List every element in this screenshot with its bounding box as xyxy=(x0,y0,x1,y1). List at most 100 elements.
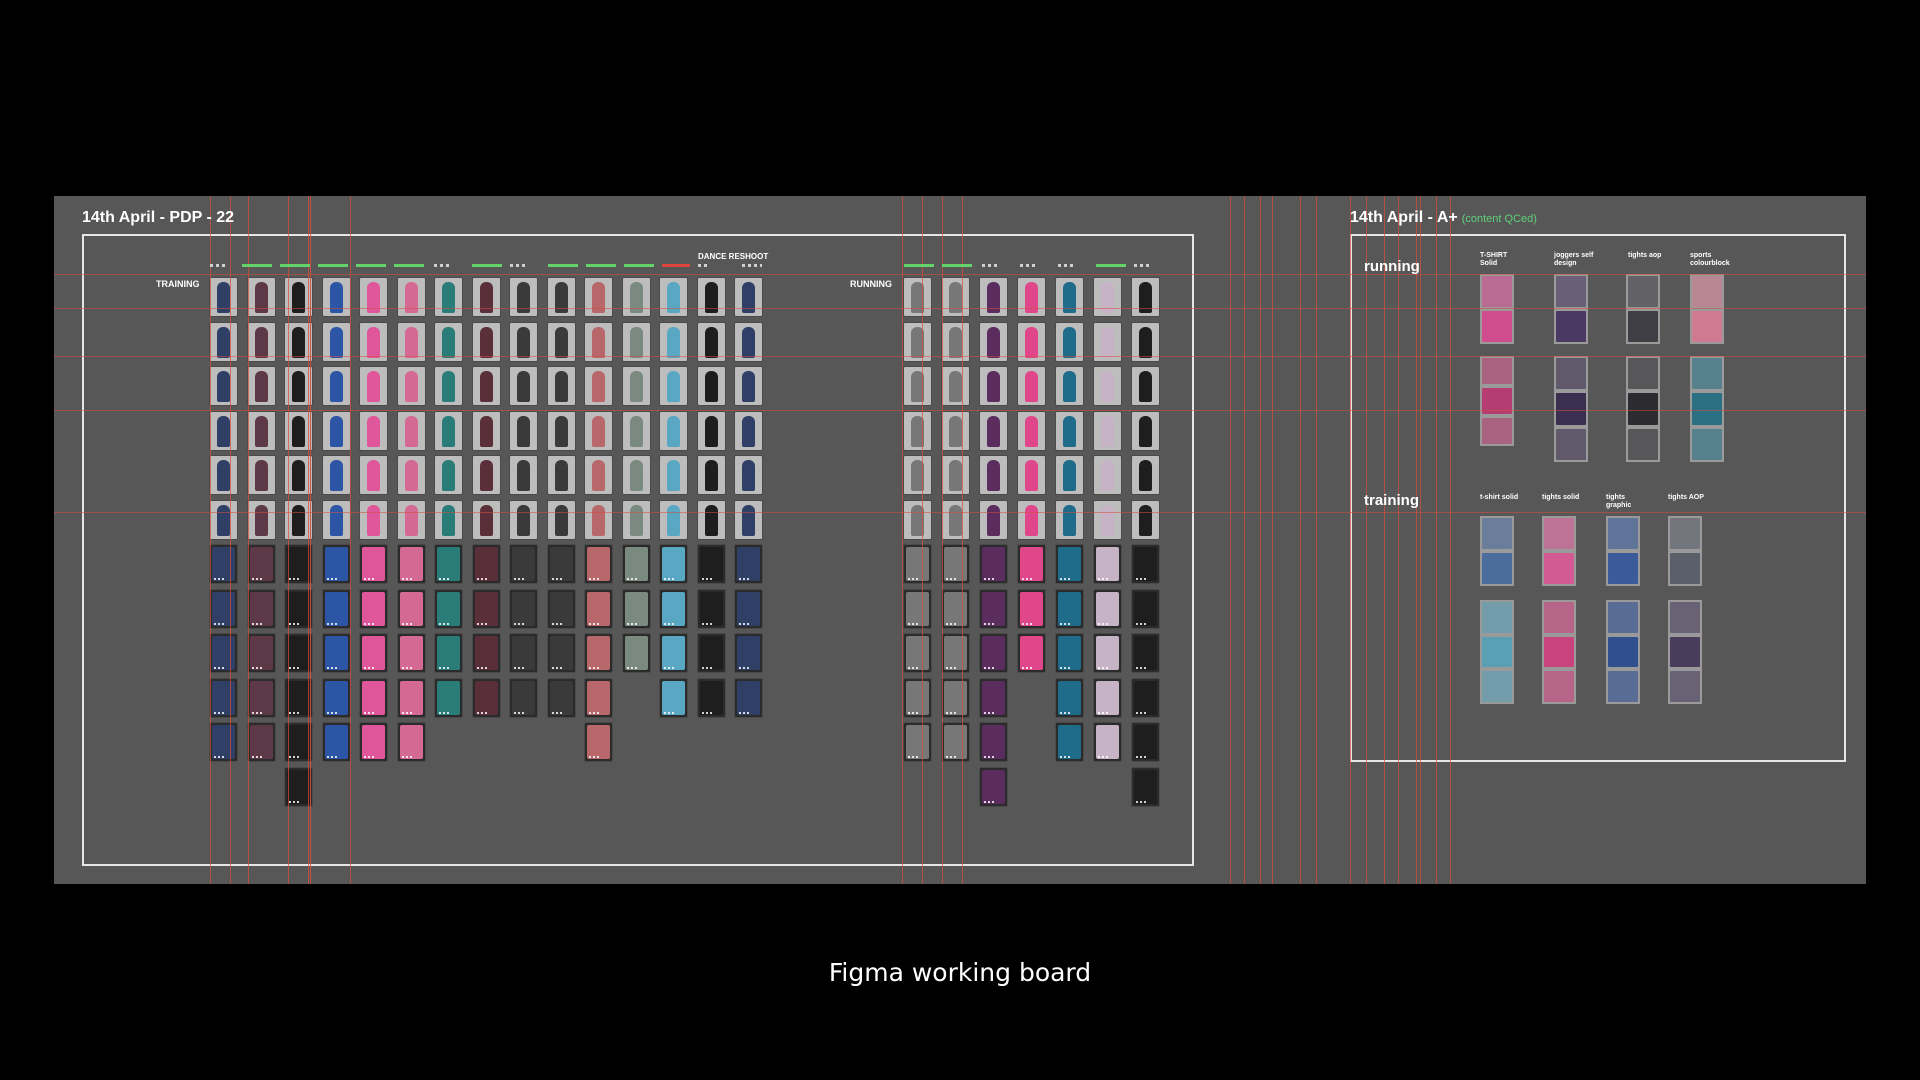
product-image-tile[interactable] xyxy=(697,456,725,494)
product-image-tile[interactable] xyxy=(472,367,500,405)
product-image-tile[interactable] xyxy=(210,367,237,405)
product-image-tile[interactable] xyxy=(1094,278,1121,316)
product-image-tile[interactable] xyxy=(510,322,537,361)
aplus-image-stack[interactable] xyxy=(1690,274,1724,344)
product-image-tile[interactable] xyxy=(904,411,931,450)
product-image-tile[interactable] xyxy=(585,278,612,316)
product-image-tile[interactable] xyxy=(360,411,387,450)
product-image-tile[interactable] xyxy=(472,456,500,494)
product-image-tile[interactable] xyxy=(547,678,575,717)
product-image-tile[interactable] xyxy=(904,678,931,717)
product-image-tile[interactable] xyxy=(322,678,350,717)
product-image-tile[interactable] xyxy=(1018,500,1045,539)
aplus-image-stack[interactable] xyxy=(1606,516,1640,586)
aplus-image-stack[interactable] xyxy=(1480,516,1514,586)
product-image-tile[interactable] xyxy=(1018,634,1045,672)
product-image-tile[interactable] xyxy=(360,500,387,539)
product-image-tile[interactable] xyxy=(210,678,237,717)
product-image-tile[interactable] xyxy=(942,545,969,583)
product-image-tile[interactable] xyxy=(1132,767,1159,806)
product-image-tile[interactable] xyxy=(285,411,312,450)
product-image-tile[interactable] xyxy=(210,411,237,450)
product-image-tile[interactable] xyxy=(735,456,762,494)
product-image-tile[interactable] xyxy=(1132,411,1159,450)
product-image-tile[interactable] xyxy=(585,678,612,717)
aplus-image-stack[interactable] xyxy=(1480,356,1514,446)
product-image-tile[interactable] xyxy=(210,589,237,628)
product-image-tile[interactable] xyxy=(360,322,387,361)
pdp-frame-title[interactable]: 14th April - PDP - 22 xyxy=(82,209,234,227)
product-image-tile[interactable] xyxy=(285,634,312,672)
product-image-tile[interactable] xyxy=(547,456,575,494)
product-image-tile[interactable] xyxy=(435,367,462,405)
product-image-tile[interactable] xyxy=(980,545,1007,583)
product-image-tile[interactable] xyxy=(210,634,237,672)
product-image-tile[interactable] xyxy=(622,545,650,583)
product-image-tile[interactable] xyxy=(980,500,1007,539)
product-image-tile[interactable] xyxy=(435,589,462,628)
aplus-image-stack[interactable] xyxy=(1480,274,1514,344)
product-image-tile[interactable] xyxy=(547,634,575,672)
product-image-tile[interactable] xyxy=(660,278,687,316)
product-image-tile[interactable] xyxy=(735,678,762,717)
product-image-tile[interactable] xyxy=(322,545,350,583)
product-image-tile[interactable] xyxy=(322,723,350,761)
product-image-tile[interactable] xyxy=(322,456,350,494)
product-image-tile[interactable] xyxy=(1056,500,1083,539)
product-image-tile[interactable] xyxy=(435,411,462,450)
product-image-tile[interactable] xyxy=(435,278,462,316)
product-image-tile[interactable] xyxy=(735,411,762,450)
product-image-tile[interactable] xyxy=(1094,322,1121,361)
product-image-tile[interactable] xyxy=(585,322,612,361)
product-image-tile[interactable] xyxy=(622,278,650,316)
product-image-tile[interactable] xyxy=(1056,678,1083,717)
figma-canvas[interactable]: 14th April - PDP - 22 TRAINING RUNNING D… xyxy=(54,196,1866,884)
product-image-tile[interactable] xyxy=(1094,634,1121,672)
product-image-tile[interactable] xyxy=(1132,278,1159,316)
aplus-image-stack[interactable] xyxy=(1690,356,1724,462)
aplus-image-stack[interactable] xyxy=(1606,600,1640,704)
product-image-tile[interactable] xyxy=(1094,456,1121,494)
product-image-tile[interactable] xyxy=(397,589,425,628)
aplus-image-stack[interactable] xyxy=(1668,600,1702,704)
product-image-tile[interactable] xyxy=(904,367,931,405)
product-image-tile[interactable] xyxy=(1056,456,1083,494)
product-image-tile[interactable] xyxy=(547,411,575,450)
product-image-tile[interactable] xyxy=(622,367,650,405)
product-image-tile[interactable] xyxy=(547,545,575,583)
product-image-tile[interactable] xyxy=(472,500,500,539)
aplus-image-stack[interactable] xyxy=(1554,274,1588,344)
product-image-tile[interactable] xyxy=(247,278,275,316)
product-image-tile[interactable] xyxy=(904,500,931,539)
product-image-tile[interactable] xyxy=(735,278,762,316)
product-image-tile[interactable] xyxy=(660,678,687,717)
product-image-tile[interactable] xyxy=(942,589,969,628)
product-image-tile[interactable] xyxy=(622,589,650,628)
product-image-tile[interactable] xyxy=(980,723,1007,761)
product-image-tile[interactable] xyxy=(397,367,425,405)
product-image-tile[interactable] xyxy=(472,634,500,672)
product-image-tile[interactable] xyxy=(585,723,612,761)
product-image-tile[interactable] xyxy=(247,723,275,761)
product-image-tile[interactable] xyxy=(210,545,237,583)
aplus-image-stack[interactable] xyxy=(1626,356,1660,462)
product-image-tile[interactable] xyxy=(285,723,312,761)
product-image-tile[interactable] xyxy=(585,456,612,494)
product-image-tile[interactable] xyxy=(285,589,312,628)
product-image-tile[interactable] xyxy=(247,589,275,628)
product-image-tile[interactable] xyxy=(247,367,275,405)
product-image-tile[interactable] xyxy=(1132,678,1159,717)
product-image-tile[interactable] xyxy=(697,545,725,583)
product-image-tile[interactable] xyxy=(510,278,537,316)
product-image-tile[interactable] xyxy=(435,322,462,361)
aplus-frame-title[interactable]: 14th April - A+ (content QCed) xyxy=(1350,209,1537,227)
product-image-tile[interactable] xyxy=(322,500,350,539)
product-image-tile[interactable] xyxy=(397,500,425,539)
product-image-tile[interactable] xyxy=(247,456,275,494)
product-image-tile[interactable] xyxy=(1018,545,1045,583)
product-image-tile[interactable] xyxy=(585,634,612,672)
product-image-tile[interactable] xyxy=(547,367,575,405)
product-image-tile[interactable] xyxy=(360,367,387,405)
product-image-tile[interactable] xyxy=(660,634,687,672)
product-image-tile[interactable] xyxy=(1056,322,1083,361)
